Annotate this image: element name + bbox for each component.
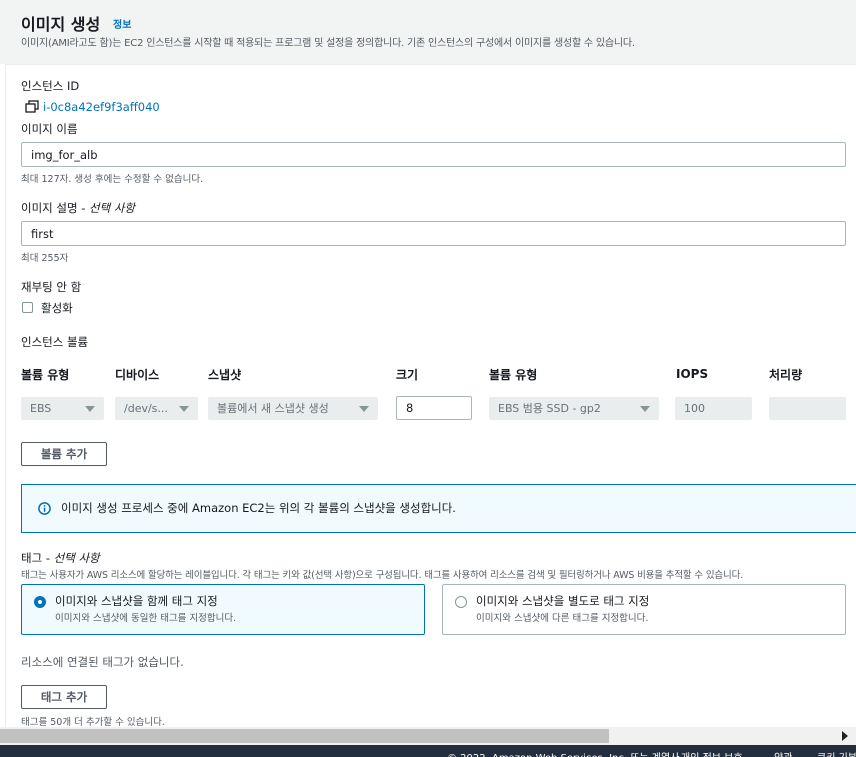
copy-icon[interactable] <box>25 100 39 114</box>
scroll-right-icon[interactable] <box>842 731 848 741</box>
footer-copyright: © 2022, Amazon Web Services, Inc. 또는 계열사… <box>447 749 683 757</box>
add-tag-button[interactable]: 태그 추가 <box>21 685 107 709</box>
info-link[interactable]: 정보 <box>113 16 131 31</box>
page-description: 이미지(AMI라고도 함)는 EC2 인스턴스를 시작할 때 적용되는 프로그램… <box>21 38 635 49</box>
col-volume-type: 볼륨 유형 <box>21 368 70 382</box>
page-header <box>0 0 856 64</box>
tag-together-description: 이미지와 스냅샷에 동일한 태그를 지정합니다. <box>55 613 237 624</box>
tag-separately-radio[interactable] <box>455 596 467 608</box>
info-alert-text: 이미지 생성 프로세스 중에 Amazon EC2는 위의 각 볼륨의 스냅샷을… <box>61 501 456 515</box>
volume-size-input[interactable] <box>396 396 472 420</box>
col-iops: IOPS <box>676 367 709 381</box>
image-description-label: 이미지 설명 - 선택 사항 <box>21 201 136 215</box>
add-volume-button[interactable]: 볼륨 추가 <box>21 442 107 466</box>
ebs-volume-type-select: EBS 범용 SSD - gp2 <box>489 397 659 420</box>
footer-terms-link[interactable]: 약관 <box>774 749 792 757</box>
col-ebs-volume-type: 볼륨 유형 <box>489 368 538 382</box>
scrollbar-thumb[interactable] <box>0 729 609 743</box>
image-name-input[interactable] <box>21 142 846 167</box>
tag-separately-description: 이미지와 스냅샷에 다른 태그를 지정합니다. <box>476 613 649 624</box>
image-name-label: 이미지 이름 <box>21 122 78 136</box>
image-name-hint: 최대 127자. 생성 후에는 수정할 수 없습니다. <box>21 174 204 185</box>
col-snapshot: 스냅샷 <box>208 368 242 382</box>
no-reboot-checkbox-label[interactable]: 활성화 <box>41 300 73 316</box>
footer: © 2022, Amazon Web Services, Inc. 또는 계열사… <box>0 745 856 757</box>
instance-volumes-label: 인스턴스 볼륨 <box>21 335 89 349</box>
col-device: 디바이스 <box>115 368 160 382</box>
no-reboot-label: 재부팅 안 함 <box>21 280 82 294</box>
tag-together-radio[interactable] <box>34 596 46 608</box>
tag-together-title: 이미지와 스냅샷을 함께 태그 지정 <box>55 594 218 608</box>
no-reboot-checkbox[interactable] <box>22 302 33 313</box>
iops-input: 100 <box>675 397 752 420</box>
page-title: 이미지 생성 <box>21 15 101 34</box>
instance-id-label: 인스턴스 ID <box>21 79 80 93</box>
image-description-input[interactable] <box>21 221 846 246</box>
no-tags-text: 리소스에 연결된 태그가 없습니다. <box>21 655 184 669</box>
footer-privacy-link[interactable]: 개인 정보 보호 <box>681 749 743 757</box>
device-select: /dev/s... <box>115 397 198 420</box>
throughput-input <box>769 397 846 420</box>
chevron-down-icon <box>640 406 650 412</box>
col-throughput: 처리량 <box>769 368 803 382</box>
instance-id-link[interactable]: i-0c8a42ef9f3aff040 <box>43 100 160 114</box>
volume-type-select: EBS <box>21 397 104 420</box>
tag-limit-hint: 태그를 50개 더 추가할 수 있습니다. <box>21 717 165 728</box>
chevron-down-icon <box>85 406 95 412</box>
col-size: 크기 <box>396 368 419 382</box>
tags-description: 태그는 사용자가 AWS 리소스에 할당하는 레이블입니다. 각 태그는 키와 … <box>21 570 744 581</box>
info-icon <box>38 502 51 515</box>
footer-cookie-link[interactable]: 쿠키 기본 <box>817 749 856 757</box>
snapshot-select: 볼륨에서 새 스냅샷 생성 <box>208 397 378 420</box>
image-description-hint: 최대 255자 <box>21 253 69 264</box>
tag-separately-title: 이미지와 스냅샷을 별도로 태그 지정 <box>476 594 650 608</box>
chevron-down-icon <box>359 406 369 412</box>
tags-label: 태그 - 선택 사항 <box>21 551 100 565</box>
chevron-down-icon <box>179 406 189 412</box>
